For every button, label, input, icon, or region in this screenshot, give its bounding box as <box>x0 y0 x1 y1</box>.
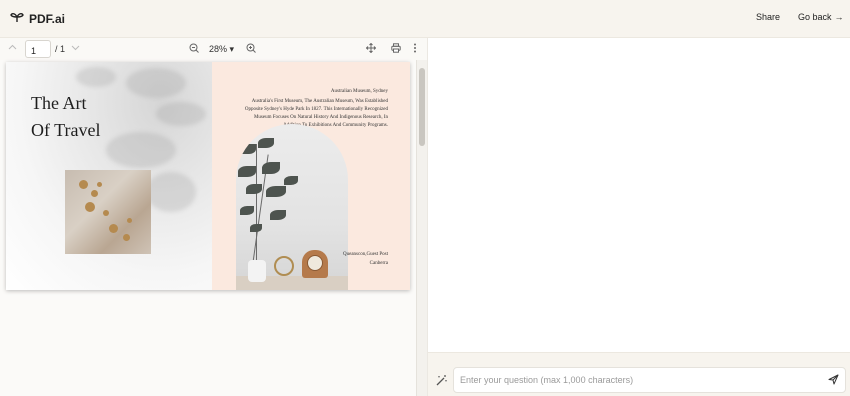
zoom-out-icon[interactable] <box>189 43 199 56</box>
more-icon[interactable] <box>413 43 417 56</box>
chat-footer <box>428 352 850 396</box>
logo-icon <box>10 10 24 28</box>
viewer-toolbar: / 1 28% ▾ <box>0 38 427 60</box>
pdf-caption: Australian Museum, Sydney Australia's Fi… <box>238 88 388 130</box>
zoom-in-icon[interactable] <box>246 43 256 56</box>
app-name: PDF.ai <box>29 12 66 26</box>
caret-down-icon: ▾ <box>229 44 235 54</box>
pdf-viewer-pane: / 1 28% ▾ <box>0 38 427 396</box>
pan-icon[interactable] <box>365 42 377 56</box>
dried-flowers-photo <box>65 170 151 254</box>
caption-heading: Australian Museum, Sydney <box>330 89 388 94</box>
share-button[interactable]: Share <box>756 12 780 22</box>
pdf-caption-secondary: Queanscon,Guest Post Canberra <box>343 250 388 268</box>
pdf-page: The Art Of Travel Australian Museum, Syd… <box>6 62 410 290</box>
chevron-down-icon[interactable] <box>71 43 80 55</box>
pdf-title-line1: The Art <box>31 93 87 113</box>
go-back-button[interactable]: Go back → <box>798 12 844 22</box>
caption2-line2: Canberra <box>369 261 388 266</box>
caption-body: Australia's First Museum, The Australian… <box>244 99 388 128</box>
still-life-photo <box>236 124 348 290</box>
scrollbar-thumb[interactable] <box>419 68 425 146</box>
magic-wand-icon[interactable] <box>436 374 448 389</box>
pdf-canvas[interactable]: The Art Of Travel Australian Museum, Syd… <box>0 60 416 396</box>
app-header: PDF.ai Share Go back → <box>0 0 850 38</box>
caption2-line1: Queanscon,Guest Post <box>343 252 388 257</box>
pdf-title: The Art Of Travel <box>31 90 101 144</box>
chat-pane <box>427 38 850 396</box>
viewer-scrollbar[interactable] <box>416 60 427 396</box>
pdf-left-panel: The Art Of Travel <box>6 62 212 290</box>
logo[interactable]: PDF.ai <box>10 10 65 28</box>
page-number-input[interactable] <box>25 40 51 58</box>
zoom-select[interactable]: 28% ▾ <box>209 44 234 55</box>
pdf-right-panel: Australian Museum, Sydney Australia's Fi… <box>212 62 410 290</box>
arrow-right-icon: → <box>834 12 844 22</box>
question-input[interactable] <box>453 367 846 393</box>
chevron-up-icon[interactable] <box>8 43 17 55</box>
print-icon[interactable] <box>391 43 401 56</box>
go-back-label: Go back <box>798 12 832 22</box>
pdf-title-line2: Of Travel <box>31 120 101 140</box>
page-total: / 1 <box>55 44 66 54</box>
zoom-value: 28% <box>209 44 228 54</box>
send-icon[interactable] <box>828 374 839 388</box>
